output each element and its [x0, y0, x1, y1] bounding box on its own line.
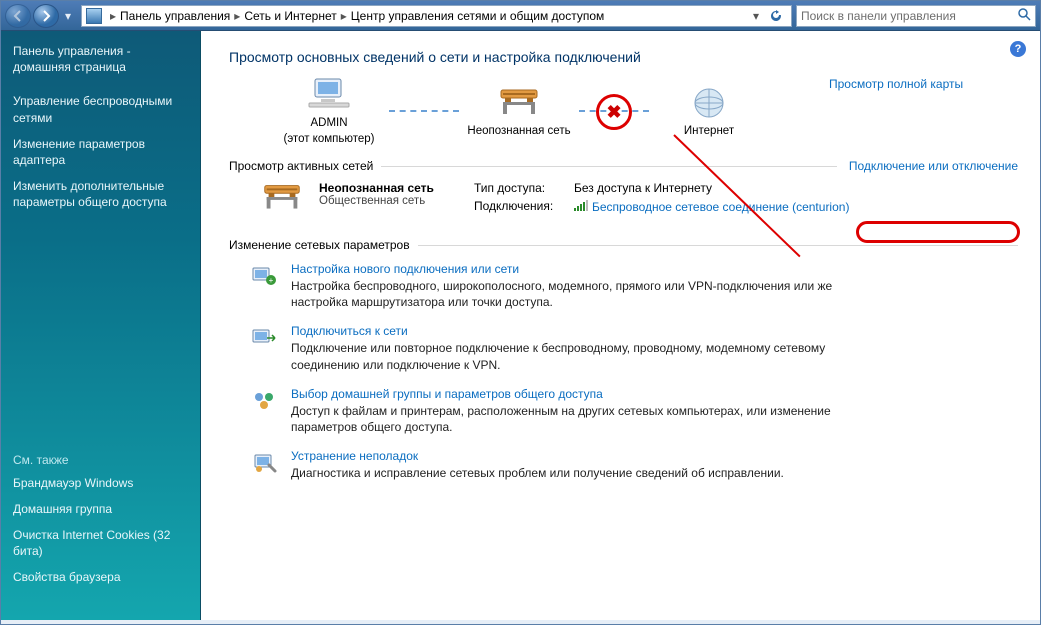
back-button[interactable] — [5, 4, 31, 28]
network-node-unknown[interactable]: Неопознанная сеть — [459, 85, 579, 137]
connection-name: Беспроводное сетевое соединение (centuri… — [592, 200, 850, 214]
divider — [418, 245, 1018, 246]
connect-disconnect-link[interactable]: Подключение или отключение — [849, 159, 1018, 173]
chevron-right-icon: ▸ — [110, 9, 116, 23]
node-label: Неопознанная сеть — [467, 125, 570, 137]
bench-icon — [259, 181, 305, 215]
breadcrumb-bar[interactable]: ▸ Панель управления ▸ Сеть и Интернет ▸ … — [81, 5, 792, 27]
task-desc: Доступ к файлам и принтерам, расположенн… — [291, 403, 851, 435]
search-box[interactable]: Поиск в панели управления — [796, 5, 1036, 27]
node-sublabel: (этот компьютер) — [283, 133, 374, 145]
see-also-item[interactable]: Свойства браузера — [13, 569, 188, 585]
search-icon — [1017, 7, 1031, 24]
section-active-networks: Просмотр активных сетей — [229, 159, 373, 173]
see-also-title: См. также — [13, 453, 188, 467]
homegroup-icon — [249, 387, 281, 415]
network-link-broken[interactable]: ✖ — [579, 110, 649, 112]
network-node-internet[interactable]: Интернет — [649, 85, 769, 137]
forward-button[interactable] — [33, 4, 59, 28]
x-icon: ✖ — [604, 102, 624, 122]
divider — [381, 166, 837, 167]
breadcrumb-seg2[interactable]: Сеть и Интернет — [244, 9, 336, 23]
computer-icon — [305, 77, 353, 113]
chevron-right-icon: ▸ — [341, 9, 347, 23]
task-connect-network[interactable]: Подключиться к сети — [291, 324, 851, 338]
network-map: ADMIN (этот компьютер) Неопознанная сеть… — [269, 77, 769, 145]
access-type-value: Без доступа к Интернету — [574, 181, 712, 195]
sidebar-home[interactable]: Панель управления - домашняя страница — [13, 43, 188, 75]
sidebar: Панель управления - домашняя страница Уп… — [1, 31, 201, 620]
see-also-item[interactable]: Очистка Internet Cookies (32 бита) — [13, 527, 188, 559]
connect-network-icon — [249, 324, 281, 352]
task-desc: Диагностика и исправление сетевых пробле… — [291, 465, 784, 481]
signal-icon — [574, 199, 588, 211]
control-panel-icon — [86, 8, 102, 24]
see-also-item[interactable]: Домашняя группа — [13, 501, 188, 517]
sidebar-item[interactable]: Изменение параметров адаптера — [13, 136, 188, 168]
new-connection-icon: + — [249, 262, 281, 290]
network-link-ok — [389, 110, 459, 112]
refresh-button[interactable] — [765, 6, 787, 26]
task-troubleshoot[interactable]: Устранение неполадок — [291, 449, 784, 463]
active-network-name: Неопознанная сеть — [319, 181, 434, 195]
task-desc: Подключение или повторное подключение к … — [291, 340, 851, 372]
full-map-link[interactable]: Просмотр полной карты — [829, 77, 963, 91]
page-title: Просмотр основных сведений о сети и наст… — [229, 49, 1018, 65]
breadcrumb-dropdown[interactable]: ▾ — [747, 9, 765, 23]
svg-text:+: + — [269, 276, 274, 285]
section-change-settings: Изменение сетевых параметров — [229, 238, 410, 252]
search-placeholder: Поиск в панели управления — [801, 9, 956, 23]
task-new-connection[interactable]: Настройка нового подключения или сети — [291, 262, 851, 276]
chevron-right-icon: ▸ — [234, 9, 240, 23]
status-bar — [1, 620, 1040, 624]
help-button[interactable]: ? — [1010, 41, 1026, 57]
breadcrumb-seg3[interactable]: Центр управления сетями и общим доступом — [351, 9, 605, 23]
see-also-item[interactable]: Брандмауэр Windows — [13, 475, 188, 491]
active-network-kind[interactable]: Общественная сеть — [319, 195, 434, 207]
arrow-left-icon — [12, 10, 24, 22]
refresh-icon — [769, 9, 783, 23]
globe-icon — [685, 85, 733, 121]
address-bar: ▾ ▸ Панель управления ▸ Сеть и Интернет … — [1, 1, 1040, 31]
access-type-label: Тип доступа: — [474, 181, 574, 195]
breadcrumb-seg1[interactable]: Панель управления — [120, 9, 230, 23]
network-node-computer[interactable]: ADMIN (этот компьютер) — [269, 77, 389, 145]
connection-link[interactable]: Беспроводное сетевое соединение (centuri… — [574, 199, 850, 214]
troubleshoot-icon — [249, 449, 281, 477]
history-dropdown[interactable]: ▾ — [61, 6, 75, 26]
node-label: ADMIN — [310, 117, 347, 129]
sidebar-item[interactable]: Изменить дополнительные параметры общего… — [13, 178, 188, 210]
sidebar-item[interactable]: Управление беспроводными сетями — [13, 93, 188, 125]
arrow-right-icon — [40, 10, 52, 22]
task-desc: Настройка беспроводного, широкополосного… — [291, 278, 851, 310]
content-panel: ? Просмотр основных сведений о сети и на… — [201, 31, 1040, 620]
task-homegroup[interactable]: Выбор домашней группы и параметров общег… — [291, 387, 851, 401]
node-label: Интернет — [684, 125, 734, 137]
connections-label: Подключения: — [474, 199, 574, 213]
bench-icon — [495, 85, 543, 121]
